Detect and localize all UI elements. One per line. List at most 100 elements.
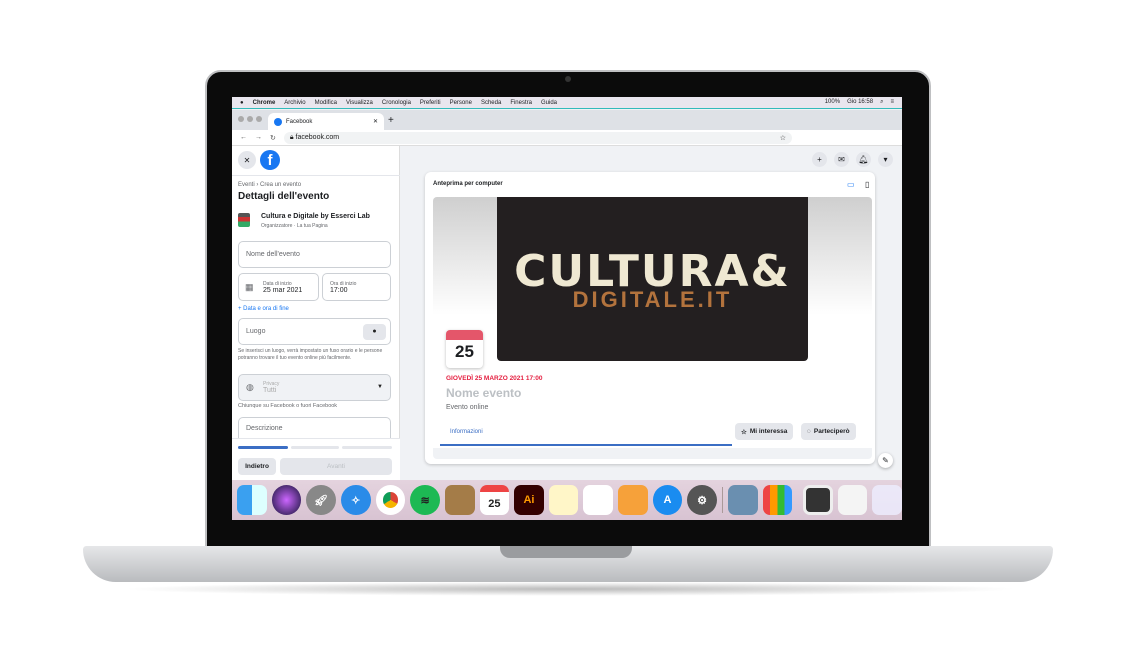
start-time-input[interactable]: Ora di inizio 17:00 xyxy=(322,273,391,301)
menu-item[interactable]: Cronologia xyxy=(382,100,411,106)
pages-icon[interactable] xyxy=(618,485,648,515)
system-preferences-icon[interactable]: ⚙ xyxy=(687,485,717,515)
menu-item[interactable]: Visualizza xyxy=(346,100,373,106)
dock-divider xyxy=(721,487,723,513)
apple-icon[interactable]: ● xyxy=(240,100,244,106)
messenger-icon[interactable]: ✉ xyxy=(834,152,849,167)
menu-item[interactable]: Persone xyxy=(450,100,472,106)
menu-chrome[interactable]: Chrome xyxy=(253,100,276,106)
add-end-date-link[interactable]: + Data e ora di fine xyxy=(238,306,289,312)
laptop-notch xyxy=(500,546,632,558)
reload-icon[interactable]: ↻ xyxy=(270,134,276,142)
laptop-shadow xyxy=(120,582,1020,596)
check-circle-icon: ◌ xyxy=(807,428,811,435)
facebook-favicon-icon xyxy=(274,117,282,126)
create-icon[interactable]: + xyxy=(812,152,827,167)
document-icon[interactable] xyxy=(837,485,868,515)
going-button[interactable]: ◌ Parteciperò xyxy=(801,423,856,440)
menu-icon[interactable]: ≡ xyxy=(890,99,894,106)
organizer-name: Cultura e Digitale by Esserci Lab xyxy=(261,213,370,220)
menu-item[interactable]: Finestra xyxy=(510,100,532,106)
menu-item[interactable]: Preferiti xyxy=(420,100,441,106)
search-icon[interactable]: ⌕ xyxy=(880,99,883,106)
browser-tab[interactable]: Facebook ✕ xyxy=(268,113,384,130)
divider xyxy=(232,175,400,176)
star-icon: ☆ xyxy=(741,428,747,436)
screenshot-icon[interactable] xyxy=(803,485,833,515)
preview-area: + ✉ 🔔︎ ▾ Anteprima per computer ▭ ▯ CULT… xyxy=(400,146,902,480)
facebook-logo-icon[interactable]: f xyxy=(260,150,280,170)
organizer-avatar xyxy=(238,213,250,227)
calendar-app-icon[interactable]: 25 xyxy=(479,485,510,515)
calendar-day: 25 xyxy=(455,342,474,361)
preview-app-icon[interactable] xyxy=(727,485,758,515)
place-input[interactable]: Luogo ● xyxy=(238,318,391,345)
privacy-value: Tutti xyxy=(263,387,277,394)
tab-informazioni[interactable]: Informazioni xyxy=(450,429,483,435)
app-store-icon[interactable]: A xyxy=(652,485,683,515)
url-input[interactable]: 🔒︎ facebook.com ☆ xyxy=(283,131,792,144)
start-date-value: 25 mar 2021 xyxy=(263,286,303,294)
illustrator-icon[interactable]: Ai xyxy=(514,485,544,515)
event-form-panel: ✕ f Eventi › Crea un evento Dettagli del… xyxy=(232,146,400,480)
window-controls[interactable] xyxy=(238,116,265,124)
event-date: GIOVEDÌ 25 MARZO 2021 17:00 xyxy=(446,375,543,382)
privacy-select[interactable]: ◍ Privacy Tutti ▼ xyxy=(238,374,391,401)
chrome-icon[interactable] xyxy=(375,485,406,515)
tab-title: Facebook xyxy=(286,118,313,125)
close-tab-icon[interactable]: ✕ xyxy=(373,118,378,125)
trash-icon[interactable] xyxy=(872,485,902,515)
calendar-icon: ▦ xyxy=(245,282,254,292)
globe-icon: ◍ xyxy=(246,382,254,392)
cover-image: CULTURA& DIGITALE.IT xyxy=(497,197,808,361)
breadcrumb[interactable]: Eventi › Crea un evento xyxy=(238,182,301,188)
progress-step-2 xyxy=(291,446,339,449)
clock[interactable]: Gio 16:58 xyxy=(847,99,873,106)
start-date-input[interactable]: ▦ Data di inizio 25 mar 2021 xyxy=(238,273,319,301)
calendar-badge: 25 xyxy=(446,330,483,368)
account-menu-icon[interactable]: ▾ xyxy=(878,152,893,167)
menu-item[interactable]: Guida xyxy=(541,100,557,106)
siri-icon[interactable] xyxy=(271,485,302,515)
event-name-input[interactable]: Nome dell'evento xyxy=(238,241,391,268)
spotify-icon[interactable]: ≋ xyxy=(410,485,440,515)
menu-item[interactable]: Modifica xyxy=(315,100,337,106)
launchpad-icon[interactable]: 🚀︎ xyxy=(306,485,336,515)
menu-bar: ● Chrome Archivio Modifica Visualizza Cr… xyxy=(232,97,902,109)
tab-underline xyxy=(440,444,732,446)
interested-label: Mi interessa xyxy=(749,428,788,435)
next-button[interactable]: Avanti xyxy=(280,458,392,475)
new-tab-button[interactable]: + xyxy=(388,115,394,126)
close-icon[interactable]: ✕ xyxy=(238,151,256,169)
back-button[interactable]: Indietro xyxy=(238,458,276,475)
menu-item[interactable]: Archivio xyxy=(284,100,305,106)
event-preview: CULTURA& DIGITALE.IT 25 GIOVEDÌ 25 MARZO… xyxy=(433,197,872,459)
back-icon[interactable]: ← xyxy=(240,134,247,141)
camera xyxy=(565,76,571,82)
event-type: Evento online xyxy=(446,404,489,411)
preview-card: Anteprima per computer ▭ ▯ CULTURA& DIGI… xyxy=(425,172,875,464)
reminders-icon[interactable] xyxy=(583,485,614,515)
finder-icon[interactable] xyxy=(237,485,267,515)
location-pin-icon[interactable]: ● xyxy=(363,324,386,340)
dock: 🚀︎ ✧ ≋ 25 Ai A ⚙ xyxy=(232,480,902,520)
place-placeholder: Luogo xyxy=(246,328,266,335)
preview-body xyxy=(433,448,872,459)
edit-icon[interactable]: ✎ xyxy=(878,453,893,468)
address-bar-row: ← → ↻ 🔒︎ facebook.com ☆ xyxy=(232,130,902,146)
notifications-icon[interactable]: 🔔︎ xyxy=(856,152,871,167)
tab-strip: Facebook ✕ + xyxy=(232,110,902,130)
forward-icon[interactable]: → xyxy=(255,134,262,141)
menu-item[interactable]: Scheda xyxy=(481,100,501,106)
desktop-icon[interactable]: ▭ xyxy=(847,180,855,189)
safari-icon[interactable]: ✧ xyxy=(340,485,371,515)
notes-icon[interactable] xyxy=(548,485,579,515)
interested-button[interactable]: ☆ Mi interessa xyxy=(735,423,794,440)
description-input[interactable]: Descrizione xyxy=(238,417,391,439)
cover-logo-text-2: DIGITALE.IT xyxy=(572,286,733,312)
battery-status[interactable]: 100% xyxy=(825,99,840,106)
mobile-icon[interactable]: ▯ xyxy=(865,180,869,189)
star-icon[interactable]: ☆ xyxy=(780,134,786,142)
notefile-icon[interactable] xyxy=(444,485,475,515)
numbers-icon[interactable] xyxy=(762,485,793,515)
